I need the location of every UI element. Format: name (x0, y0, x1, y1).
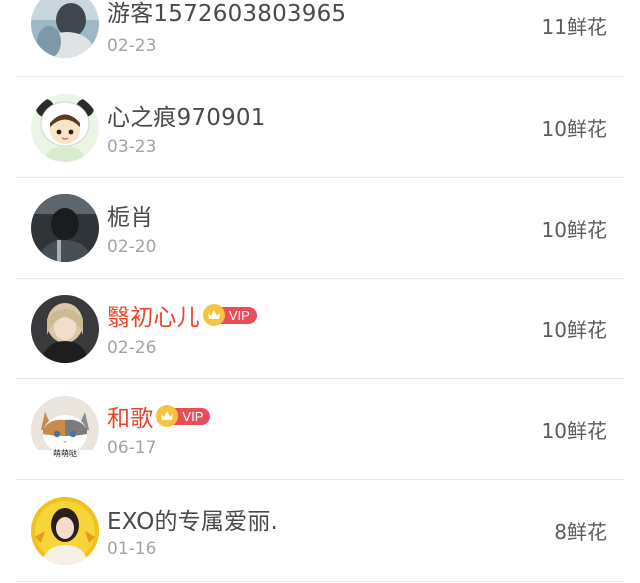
list-item[interactable]: EXO的专属爱丽. 01-16 8鲜花 (15, 481, 625, 582)
flower-count: 10鲜花 (541, 117, 607, 141)
avatar[interactable] (31, 0, 99, 58)
avatar[interactable] (31, 94, 99, 162)
send-date: 06-17 (107, 438, 157, 458)
user-name: 翳初心儿 (107, 305, 200, 331)
user-name-line: 和歌 VIP (107, 400, 211, 432)
send-date: 01-16 (107, 539, 157, 559)
flower-count: 10鲜花 (541, 318, 607, 342)
crown-icon (202, 304, 225, 326)
user-name: 心之痕970901 (107, 105, 266, 131)
user-name: 游客1572603803965 (107, 1, 347, 27)
flower-count: 8鲜花 (554, 520, 607, 544)
user-name: 栀肖 (107, 205, 154, 231)
flower-count: 11鲜花 (541, 15, 607, 39)
user-name-line: EXO的专属爱丽. (107, 503, 278, 535)
send-date: 02-23 (107, 36, 157, 56)
user-name-line: 栀肖 (107, 199, 153, 231)
user-name: 和歌 (107, 406, 154, 432)
send-date: 02-20 (107, 237, 157, 257)
flower-count: 10鲜花 (541, 419, 607, 443)
send-date: 02-26 (107, 338, 157, 358)
list-item[interactable]: 心之痕970901 03-23 10鲜花 (15, 78, 625, 178)
avatar[interactable]: 萌萌哒 (31, 396, 99, 464)
user-name-line: 游客1572603803965 (107, 0, 346, 27)
send-date: 03-23 (107, 137, 157, 157)
avatar[interactable] (31, 497, 99, 565)
list-item[interactable]: 萌萌哒 和歌 VIP 06-17 10鲜花 (15, 380, 625, 480)
flower-ranking-list: 游客1572603803965 02-23 11鲜花 心之痕970901 03-… (0, 0, 640, 583)
list-item[interactable]: 栀肖 02-20 10鲜花 (15, 179, 625, 279)
avatar[interactable] (31, 194, 99, 262)
avatar[interactable] (31, 295, 99, 363)
user-name-line: 心之痕970901 (107, 99, 266, 131)
user-name: EXO的专属爱丽. (107, 509, 279, 535)
user-name-line: 翳初心儿 VIP (107, 299, 257, 331)
flower-count: 10鲜花 (541, 218, 607, 242)
list-item[interactable]: 游客1572603803965 02-23 11鲜花 (15, 0, 625, 77)
avatar-caption: 萌萌哒 (53, 449, 77, 458)
list-item[interactable]: 翳初心儿 VIP 02-26 10鲜花 (15, 279, 625, 379)
